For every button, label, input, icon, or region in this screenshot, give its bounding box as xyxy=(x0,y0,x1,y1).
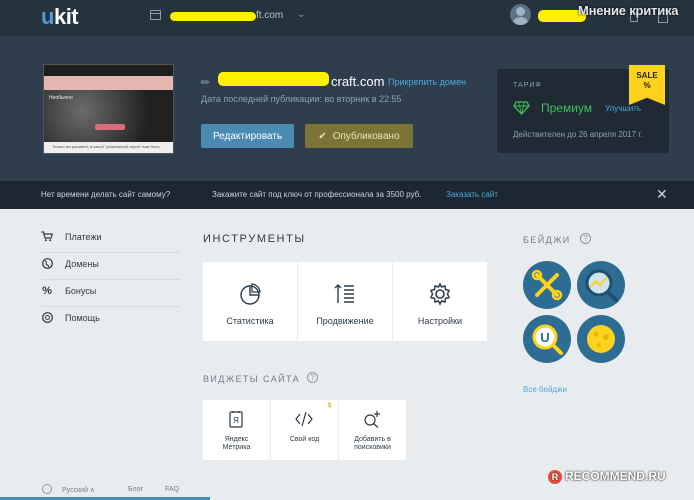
thumb-title: Необычно xyxy=(49,95,73,101)
pie-chart-icon xyxy=(240,283,261,305)
watermark-text: RECOMMEND.RU xyxy=(565,469,666,483)
last-publish-date: Дата последней публикации: во вторник в … xyxy=(201,94,402,104)
help-icon[interactable]: ? xyxy=(580,233,591,244)
plan-valid-until: Действителен до 26 апреля 2017 г. xyxy=(513,130,643,139)
sidebar-item-label: Бонусы xyxy=(65,286,97,296)
tools-title: ИНСТРУМЕНТЫ xyxy=(203,233,306,245)
top-bar: ukit ft.com ⌄ Мнение критика xyxy=(0,0,694,36)
faq-link[interactable]: FAQ xyxy=(165,486,179,493)
badge-tools[interactable] xyxy=(523,261,571,309)
watermark-bottom: R RECOMMEND.RU xyxy=(548,469,666,484)
badges-title: БЕЙДЖИ xyxy=(523,235,571,245)
widget-label: Свой код xyxy=(289,436,320,443)
search-plus-icon xyxy=(364,411,380,428)
badge-chart-magnifier[interactable] xyxy=(577,261,625,309)
sort-lines-icon xyxy=(334,284,354,303)
language-globe-icon xyxy=(42,484,52,494)
edit-button[interactable]: Редактировать xyxy=(201,124,294,148)
widget-label: Яндекс Метрика xyxy=(222,436,251,451)
badge-ukit-magnifier[interactable]: U xyxy=(523,315,571,363)
check-icon: ✔ xyxy=(318,130,327,142)
yandex-letter: Я xyxy=(233,416,239,425)
pencil-icon[interactable]: ✎ xyxy=(198,75,213,90)
user-avatar[interactable] xyxy=(510,4,531,25)
sidebar-item-payments[interactable]: Платежи xyxy=(41,227,180,253)
diamond-icon xyxy=(513,101,530,115)
sale-percent: % xyxy=(643,81,651,90)
tool-statistics[interactable]: Статистика xyxy=(203,262,297,341)
gear-icon xyxy=(429,282,451,306)
badge-moon[interactable] xyxy=(577,315,625,363)
paid-dollar-icon: $ xyxy=(328,403,332,409)
help-icon[interactable]: ? xyxy=(307,372,318,383)
moon-badge-icon xyxy=(587,325,615,353)
promo-question: Нет времени делать сайт самому? xyxy=(41,190,171,199)
blog-link[interactable]: Блог xyxy=(128,486,143,493)
plan-label: ТАРИФ xyxy=(513,82,542,89)
sidebar-item-label: Платежи xyxy=(65,232,102,242)
site-thumbnail[interactable]: Необычно Только вы решаете, в какой "уни… xyxy=(43,64,174,154)
language-selector[interactable]: Русский ∧ xyxy=(62,486,95,494)
widget-custom-code[interactable]: $ Свой код xyxy=(271,400,338,460)
widget-label: Добавить в поисковики xyxy=(354,436,391,451)
site-panel: Необычно Только вы решаете, в какой "уни… xyxy=(0,36,694,181)
watermark-top: Мнение критика xyxy=(578,3,679,18)
tool-label: Настройки xyxy=(417,316,463,326)
all-badges-link[interactable]: Все бейджи xyxy=(523,385,567,394)
sidebar-item-label: Домены xyxy=(65,259,99,269)
widget-add-to-search[interactable]: Добавить в поисковики xyxy=(339,400,406,460)
close-icon[interactable]: ✕ xyxy=(656,186,668,202)
chart-magnifier-badge-icon xyxy=(585,269,618,302)
redacted-site-name xyxy=(170,12,256,21)
sidebar-item-bonuses[interactable]: % Бонусы xyxy=(41,281,180,307)
tool-settings[interactable]: Настройки xyxy=(393,262,487,341)
help-globe-icon xyxy=(41,312,53,326)
cart-icon xyxy=(41,231,54,245)
ukit-magnifier-badge-icon: U xyxy=(532,324,563,355)
chevron-down-icon[interactable]: ⌄ xyxy=(297,9,305,20)
promo-offer: Закажите сайт под ключ от профессионала … xyxy=(212,190,422,199)
ukit-logo[interactable]: ukit xyxy=(41,4,79,30)
site-url[interactable]: craft.com xyxy=(331,74,384,89)
svg-text:U: U xyxy=(540,330,549,345)
sale-text: SALE xyxy=(636,71,658,80)
tools-badge-icon xyxy=(531,269,563,301)
upgrade-plan-link[interactable]: Улучшить xyxy=(605,104,641,113)
thumb-bottom-text: Только вы решаете, в какой "уникальной с… xyxy=(44,142,173,153)
yandex-metrika-icon: Я xyxy=(229,411,243,428)
tool-label: Продвижение xyxy=(316,316,374,326)
plan-name: Премиум xyxy=(541,101,593,115)
attach-domain-link[interactable]: Прикрепить домен xyxy=(388,77,466,87)
sidebar-item-domains[interactable]: Домены xyxy=(41,254,180,280)
site-window-icon xyxy=(150,10,161,20)
published-label: Опубликовано xyxy=(332,130,400,142)
sidebar-item-label: Помощь xyxy=(65,313,100,323)
globe-icon xyxy=(41,258,53,272)
order-site-link[interactable]: Заказать сайт xyxy=(446,190,498,199)
published-button[interactable]: ✔ Опубликовано xyxy=(305,124,413,148)
widgets-title: ВИДЖЕТЫ САЙТА xyxy=(203,374,301,384)
widget-yandex-metrika[interactable]: Я Яндекс Метрика xyxy=(203,400,270,460)
percent-icon: % xyxy=(42,285,52,297)
watermark-logo-icon: R xyxy=(548,469,562,484)
tool-label: Статистика xyxy=(226,316,274,326)
site-selector-domain[interactable]: ft.com xyxy=(256,10,283,21)
redacted-site-url xyxy=(218,72,329,86)
promo-banner: Нет времени делать сайт самому? Закажите… xyxy=(0,181,694,209)
code-icon xyxy=(295,411,313,427)
tool-promotion[interactable]: Продвижение xyxy=(298,262,392,341)
sidebar-item-help[interactable]: Помощь xyxy=(41,308,180,334)
